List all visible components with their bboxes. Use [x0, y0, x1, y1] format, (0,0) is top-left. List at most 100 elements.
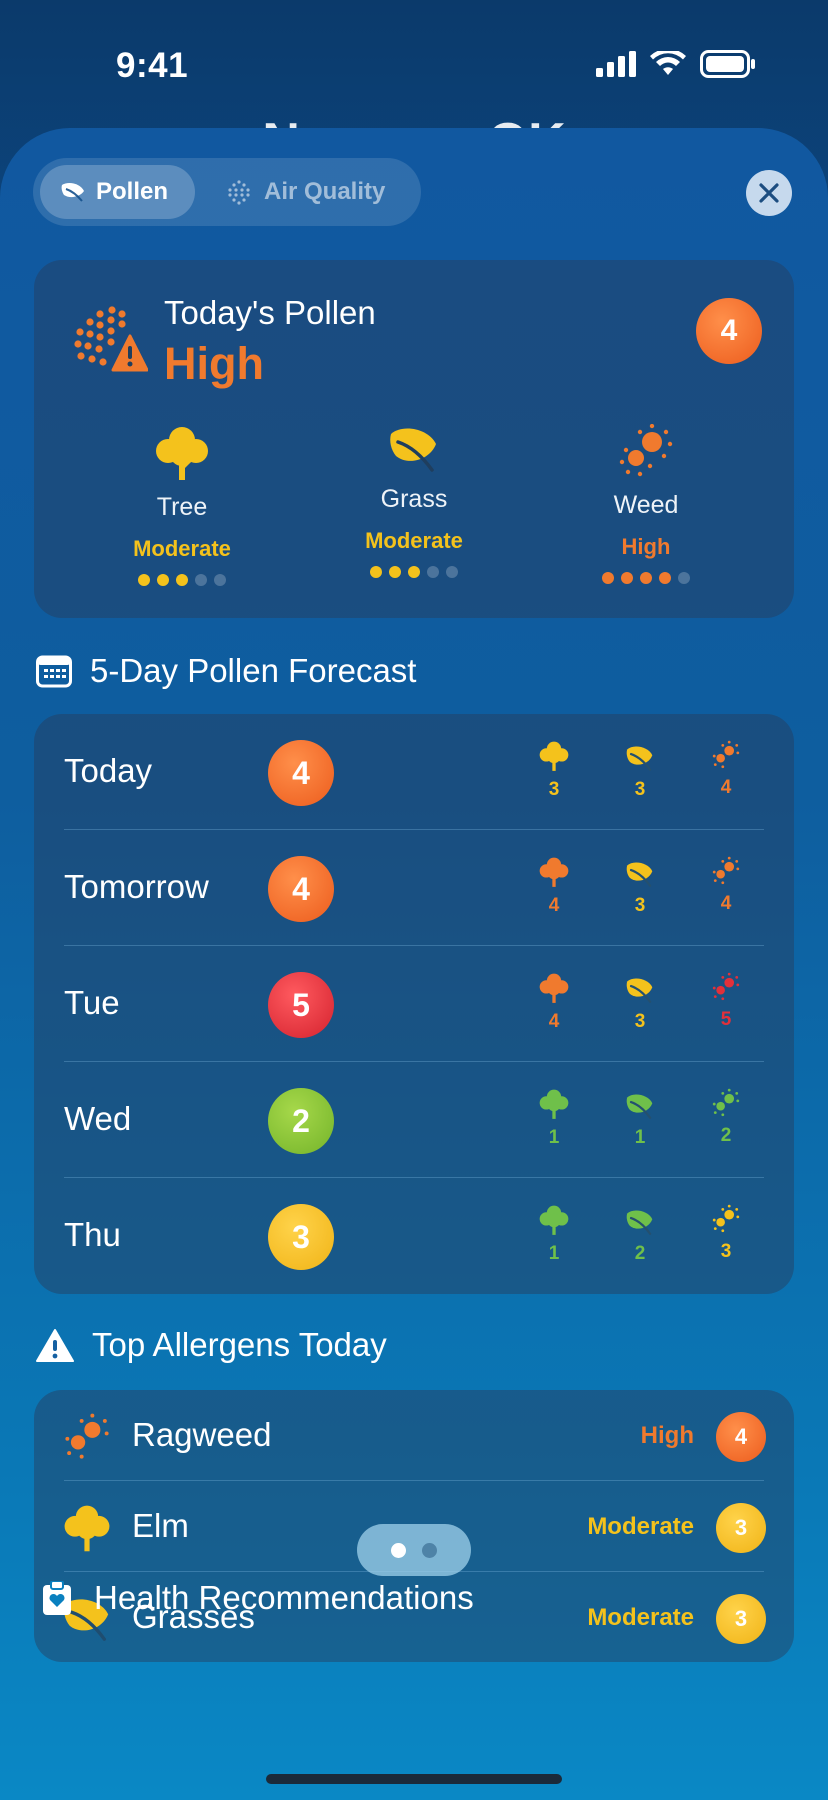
calendar-icon [36, 655, 72, 688]
forecast-row[interactable]: Thu 3 1 2 3 [34, 1178, 794, 1294]
forecast-tree-number: 4 [548, 895, 560, 916]
tree-icon [539, 857, 569, 887]
allergen-level: High [640, 1422, 694, 1449]
grass-leaf-icon [390, 428, 436, 472]
forecast-day: Today [64, 752, 153, 789]
forecast-row[interactable]: Tomorrow 4 4 3 4 [34, 830, 794, 946]
level-dot [659, 572, 671, 584]
forecast-grass-number: 3 [634, 1011, 646, 1032]
forecast-index-badge: 4 [268, 856, 334, 922]
allergen-index-badge: 4 [716, 1412, 766, 1462]
forecast-grass-value: 3 [615, 744, 665, 801]
weed-icon [712, 1088, 740, 1117]
forecast-grass-number: 3 [634, 895, 646, 916]
health-header: Health Recommendations [42, 1574, 474, 1622]
forecast-tree-number: 4 [548, 1011, 560, 1032]
forecast-weed-number: 2 [720, 1125, 732, 1146]
forecast-row[interactable]: Wed 2 1 1 2 [34, 1062, 794, 1178]
todays-pollen-title: Today's Pollen [164, 294, 376, 331]
grass-leaf-icon [626, 1210, 653, 1235]
allergens-header: Top Allergens Today [36, 1326, 387, 1364]
forecast-weed-number: 4 [720, 777, 732, 798]
allergen-level: Moderate [587, 1513, 694, 1540]
tree-icon [539, 1205, 569, 1235]
tree-icon [539, 1089, 569, 1119]
close-icon [759, 183, 779, 203]
close-button[interactable] [746, 170, 792, 216]
home-indicator[interactable] [266, 1774, 562, 1784]
forecast-index-badge: 2 [268, 1088, 334, 1154]
pollen-type-weed-level: High [621, 534, 671, 559]
forecast-grass-value: 3 [615, 976, 665, 1033]
pollen-type-grass-level: Moderate [365, 528, 463, 553]
forecast-grass-number: 3 [634, 779, 646, 800]
pollen-type-tree-level: Moderate [133, 536, 231, 561]
todays-pollen-level: High [164, 338, 264, 389]
todays-pollen-card: Today's Pollen High 4 Tree Moderate Gras… [34, 260, 794, 618]
forecast-index-badge: 4 [268, 740, 334, 806]
tab-air-quality-label: Air Quality [264, 178, 386, 205]
allergen-level: Moderate [587, 1604, 694, 1631]
level-dot [214, 574, 226, 586]
forecast-tree-value: 4 [529, 972, 579, 1033]
allergen-index-badge: 3 [716, 1594, 766, 1644]
tab-pollen-label: Pollen [96, 178, 169, 205]
level-dot [176, 574, 188, 586]
pollen-type-weed-dots [546, 572, 746, 584]
forecast-day: Thu [64, 1216, 121, 1253]
forecast-weed-value: 5 [701, 972, 751, 1031]
grass-leaf-icon [626, 978, 653, 1003]
segmented-control: Pollen Air Quality [33, 158, 421, 226]
tab-air-quality[interactable]: Air Quality [218, 165, 413, 219]
forecast-day: Wed [64, 1100, 132, 1137]
status-bar: 9:41 [0, 0, 828, 120]
level-dot [446, 566, 458, 578]
level-dot [370, 566, 382, 578]
level-dot [640, 572, 652, 584]
forecast-day: Tomorrow [64, 868, 209, 905]
forecast-index-badge: 3 [268, 1204, 334, 1270]
page-dot [422, 1542, 437, 1558]
tab-pollen[interactable]: Pollen [40, 165, 195, 219]
pollen-warning-icon [74, 306, 148, 372]
warning-icon [36, 1329, 74, 1362]
forecast-index-badge: 5 [268, 972, 334, 1038]
pollen-type-grass-name: Grass [380, 485, 448, 513]
level-dot [195, 574, 207, 586]
tree-icon [156, 427, 208, 480]
weed-icon [712, 972, 740, 1001]
forecast-grass-value: 1 [615, 1092, 665, 1149]
forecast-card: Today 4 3 3 4 Tomorrow 4 4 3 4 Tue 5 4 3 5 Wed 2 1 1 2 Thu 3 1… [34, 714, 794, 1294]
weed-icon [712, 856, 740, 885]
forecast-weed-value: 4 [701, 740, 751, 799]
particles-icon [228, 180, 250, 205]
forecast-weed-value: 3 [701, 1204, 751, 1263]
forecast-row[interactable]: Today 4 3 3 4 [34, 714, 794, 830]
forecast-weed-value: 4 [701, 856, 751, 915]
weed-icon [712, 1204, 740, 1233]
allergen-row[interactable]: Ragweed High 4 [34, 1390, 794, 1481]
status-icons [596, 50, 756, 78]
level-dot [621, 572, 633, 584]
forecast-row[interactable]: Tue 5 4 3 5 [34, 946, 794, 1062]
tree-icon [539, 741, 569, 771]
tree-icon [64, 1505, 110, 1552]
forecast-day: Tue [64, 984, 120, 1021]
forecast-tree-value: 1 [529, 1204, 579, 1265]
clipboard-icon [43, 1581, 71, 1615]
forecast-grass-value: 2 [615, 1208, 665, 1265]
forecast-grass-number: 1 [634, 1127, 646, 1148]
forecast-tree-value: 3 [529, 740, 579, 801]
forecast-weed-value: 2 [701, 1088, 751, 1147]
weed-icon [619, 423, 673, 477]
pollen-type-grass: Grass Moderate [314, 424, 514, 578]
level-dot [678, 572, 690, 584]
grass-leaf-icon [626, 1094, 653, 1119]
page-indicator[interactable] [357, 1524, 471, 1576]
forecast-tree-number: 1 [548, 1127, 560, 1148]
weed-icon [712, 740, 740, 769]
todays-pollen-index-badge: 4 [696, 298, 762, 364]
level-dot [389, 566, 401, 578]
grass-leaf-icon [626, 862, 653, 887]
cellular-signal-icon [596, 51, 636, 77]
